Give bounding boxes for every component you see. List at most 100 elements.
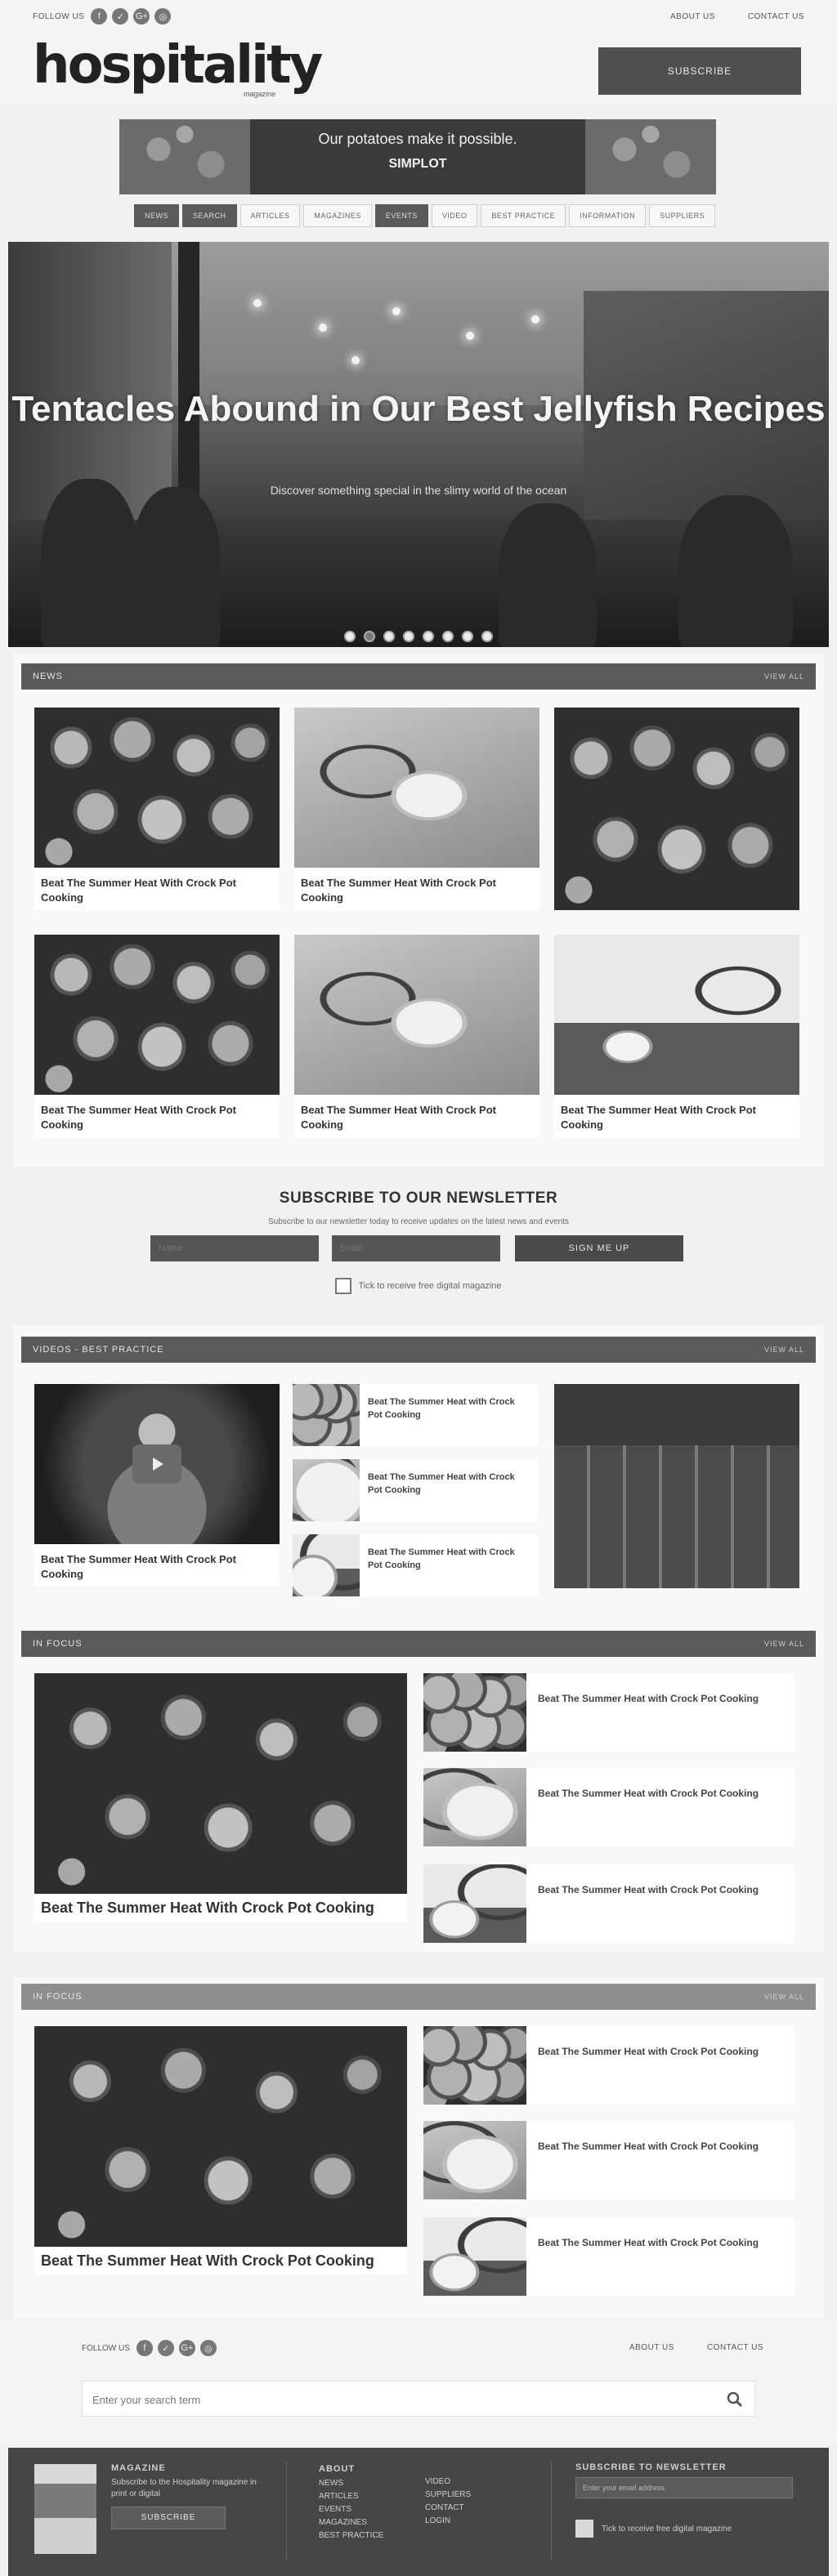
contact-link[interactable]: CONTACT US: [748, 12, 804, 21]
news-card[interactable]: Beat The Summer Heat With Crock Pot Cook…: [294, 935, 539, 1137]
video-card[interactable]: Beat The Summer Heat With Crock Pot Cook…: [34, 1384, 280, 1587]
footer-link-login[interactable]: LOGIN: [425, 2515, 471, 2528]
news-card[interactable]: Beat The Summer Heat With Crock Pot Cook…: [554, 935, 799, 1137]
video-side-image[interactable]: [554, 1384, 799, 1588]
news-view-all[interactable]: VIEW ALL: [764, 672, 804, 681]
sign-up-button[interactable]: SIGN ME UP: [515, 1235, 683, 1261]
list-thumbnail: [423, 1864, 526, 1943]
nav-item-best-practice[interactable]: BEST PRACTICE: [481, 204, 566, 227]
magazine-cover[interactable]: [34, 2464, 96, 2554]
footer-link-suppliers[interactable]: SUPPLIERS: [425, 2489, 471, 2502]
nav-item-magazines[interactable]: MAGAZINES: [303, 204, 372, 227]
card-caption: Beat The Summer Heat With Crock Pot Cook…: [41, 1104, 236, 1131]
card-caption: Beat The Summer Heat With Crock Pot Cook…: [561, 1104, 756, 1131]
magazine-checkbox[interactable]: [335, 1278, 352, 1294]
footer-checkbox[interactable]: [575, 2520, 593, 2538]
infocus-list-item[interactable]: Beat The Summer Heat with Crock Pot Cook…: [423, 1768, 794, 1846]
name-field[interactable]: [150, 1235, 319, 1261]
infocus-feature-2[interactable]: Beat The Summer Heat With Crock Pot Cook…: [34, 2026, 407, 2275]
infocus-view-all-2[interactable]: VIEW ALL: [764, 1993, 804, 2001]
banner-ad[interactable]: Our potatoes make it possible. SIMPLOT: [119, 119, 716, 194]
infocus-feature[interactable]: Beat The Summer Heat With Crock Pot Cook…: [34, 1673, 407, 1922]
nav-item-articles[interactable]: ARTICLES: [239, 204, 301, 227]
infocus-list-item[interactable]: Beat The Summer Heat with Crock Pot Cook…: [423, 1864, 794, 1943]
footer-newsletter: SUBSCRIBE TO NEWSLETTER Enter your email…: [575, 2462, 804, 2538]
facebook-icon[interactable]: f: [91, 8, 108, 25]
top-bar: FOLLOW US f ✓ G+ ◎ ABOUT US CONTACT US: [0, 0, 837, 33]
google-plus-icon[interactable]: G+: [133, 8, 150, 25]
feature-image: [34, 2026, 407, 2247]
contact-link[interactable]: CONTACT US: [707, 2343, 763, 2352]
news-card[interactable]: [554, 708, 799, 923]
card-caption: [554, 910, 799, 923]
nav-item-events[interactable]: EVENTS: [374, 204, 428, 227]
logo[interactable]: hospitality: [33, 39, 323, 92]
footer-link-best-practice[interactable]: BEST PRACTICE: [319, 2529, 383, 2543]
videos-view-all[interactable]: VIEW ALL: [764, 1346, 804, 1354]
infocus-list-item[interactable]: Beat The Summer Heat with Crock Pot Cook…: [423, 1673, 794, 1752]
video-list-item[interactable]: Beat The Summer Heat with Crock Pot Cook…: [293, 1459, 538, 1521]
card-image: [554, 935, 799, 1095]
footer-checkbox-row[interactable]: Tick to receive free digital magazine: [575, 2520, 804, 2538]
slide-dot[interactable]: [364, 631, 375, 642]
hero-title[interactable]: Tentacles Abound in Our Best Jellyfish R…: [8, 387, 829, 431]
email-field[interactable]: [332, 1235, 500, 1261]
subscribe-button[interactable]: SUBSCRIBE: [598, 47, 801, 95]
footer-link-events[interactable]: EVENTS: [319, 2503, 383, 2516]
nav-item-suppliers[interactable]: SUPPLIERS: [649, 204, 716, 227]
twitter-icon[interactable]: ✓: [112, 8, 129, 25]
card-image: [34, 935, 280, 1095]
nav-item-video[interactable]: VIDEO: [431, 204, 478, 227]
slide-dot[interactable]: [442, 631, 454, 642]
infocus-view-all[interactable]: VIEW ALL: [764, 1640, 804, 1648]
slide-dot[interactable]: [423, 631, 434, 642]
footer-link-news[interactable]: NEWS: [319, 2477, 383, 2490]
search-input[interactable]: [92, 2390, 714, 2409]
slide-dot[interactable]: [481, 631, 493, 642]
card-image: [294, 935, 539, 1095]
footer-subscribe-button[interactable]: SUBSCRIBE: [111, 2507, 226, 2529]
footer-link-contact[interactable]: CONTACT: [425, 2502, 471, 2515]
hero-lamp: [392, 307, 401, 315]
card-caption: Beat The Summer Heat With Crock Pot Cook…: [301, 1104, 496, 1131]
news-card[interactable]: Beat The Summer Heat With Crock Pot Cook…: [34, 708, 280, 910]
facebook-icon[interactable]: f: [136, 2340, 153, 2356]
hero-person: [131, 487, 221, 647]
twitter-icon[interactable]: ✓: [157, 2340, 174, 2356]
news-section: NEWS VIEW ALL: [21, 663, 816, 690]
infocus-list-item[interactable]: Beat The Summer Heat with Crock Pot Cook…: [423, 2121, 794, 2199]
magazine-checkbox-row[interactable]: Tick to receive free digital magazine: [0, 1278, 837, 1294]
nav-item-information[interactable]: INFORMATION: [569, 204, 647, 227]
video-list-item[interactable]: Beat The Summer Heat with Crock Pot Cook…: [293, 1384, 538, 1446]
footer-email-field[interactable]: Enter your email address: [575, 2477, 793, 2498]
card-image: [294, 708, 539, 868]
hero-slider[interactable]: Tentacles Abound in Our Best Jellyfish R…: [8, 242, 829, 647]
hero-person: [499, 503, 597, 647]
google-plus-icon[interactable]: G+: [178, 2340, 195, 2356]
slide-dot[interactable]: [383, 631, 395, 642]
footer-link-articles[interactable]: ARTICLES: [319, 2490, 383, 2503]
hero-person: [41, 479, 139, 647]
footer-link-magazines[interactable]: MAGAZINES: [319, 2516, 383, 2529]
infocus-list-item[interactable]: Beat The Summer Heat with Crock Pot Cook…: [423, 2217, 794, 2296]
footer-magazine-text: Subscribe to the Hospitality magazine in…: [111, 2478, 257, 2498]
footer-checkbox-label: Tick to receive free digital magazine: [602, 2524, 732, 2534]
search-icon[interactable]: [727, 2391, 743, 2408]
footer-top: FOLLOW US f ✓ G+ ◎ ABOUT US CONTACT US: [0, 2320, 837, 2443]
slide-dot[interactable]: [462, 631, 473, 642]
infocus-list-item[interactable]: Beat The Summer Heat with Crock Pot Cook…: [423, 2026, 794, 2105]
instagram-icon[interactable]: ◎: [199, 2340, 217, 2356]
video-list-item[interactable]: Beat The Summer Heat with Crock Pot Cook…: [293, 1534, 538, 1596]
about-link[interactable]: ABOUT US: [629, 2343, 674, 2352]
footer-link-video[interactable]: VIDEO: [425, 2476, 471, 2489]
play-icon[interactable]: [132, 1444, 181, 1484]
slide-dot[interactable]: [344, 631, 356, 642]
list-caption: Beat The Summer Heat with Crock Pot Cook…: [538, 2237, 759, 2248]
news-card[interactable]: Beat The Summer Heat With Crock Pot Cook…: [294, 708, 539, 910]
nav-item-search[interactable]: SEARCH: [182, 204, 237, 227]
news-card[interactable]: Beat The Summer Heat With Crock Pot Cook…: [34, 935, 280, 1137]
nav-item-news[interactable]: NEWS: [134, 204, 179, 227]
about-link[interactable]: ABOUT US: [670, 12, 715, 21]
instagram-icon[interactable]: ◎: [154, 8, 172, 25]
slide-dot[interactable]: [403, 631, 414, 642]
